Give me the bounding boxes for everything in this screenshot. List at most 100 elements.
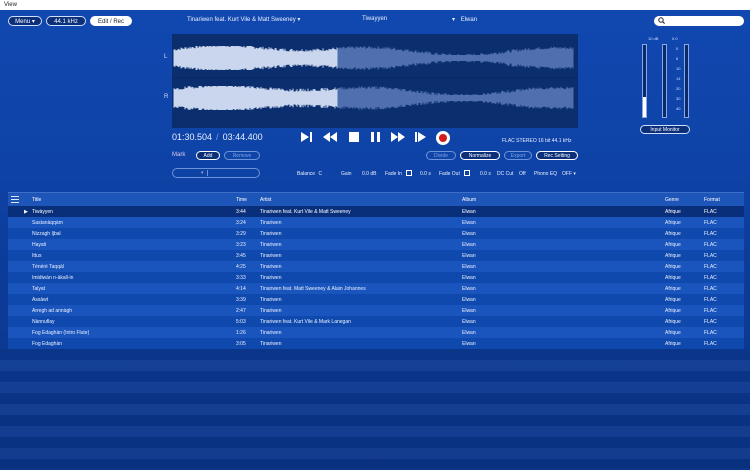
cell-album: Elwan	[462, 275, 476, 281]
dc-cut-value[interactable]: Off	[519, 171, 526, 177]
table-row[interactable]: Fog Edaghàn (Intro Flute) 1:26 Tinariwen El…	[8, 327, 744, 338]
header-title[interactable]: Title	[32, 197, 41, 203]
menu-icon[interactable]	[11, 196, 19, 204]
phono-eq-value: OFF	[562, 171, 572, 177]
table-row[interactable]: Nànnuflay 5:03 Tinariwen feat. Kurt Vile &…	[8, 316, 744, 327]
cell-artist: Tinariwen	[260, 330, 282, 336]
menu-label: Menu	[15, 19, 31, 25]
app-window: Menu ▾ 44.1 kHz Edit / Rec Tinariwen fea…	[0, 10, 750, 470]
cell-format: FLAC	[704, 319, 717, 325]
waveform-display[interactable]	[172, 34, 578, 128]
input-monitor-button[interactable]: Input Monitor	[640, 125, 690, 134]
stop-icon[interactable]	[348, 131, 360, 146]
header-format[interactable]: Format	[704, 197, 720, 203]
table-row[interactable]: Ténéré Taqqàl 4:25 Tinariwen Elwan Afrique FL…	[8, 261, 744, 272]
gain-label: Gain	[341, 171, 352, 177]
waveform-graphic	[172, 46, 578, 110]
window-title: View	[4, 2, 17, 8]
left-channel-label: L	[164, 54, 168, 60]
cell-title: Hayati	[32, 242, 47, 248]
time-display: 01:30.504/03:44.400	[172, 132, 263, 142]
fade-in-checkbox[interactable]	[406, 170, 412, 176]
play-indicator-icon: ▶	[24, 209, 28, 215]
cell-artist: Tinariwen	[260, 341, 282, 347]
table-row[interactable]: Hayati 3:23 Tinariwen Elwan Afrique FLAC	[8, 239, 744, 250]
divide-button[interactable]: Divide	[426, 151, 456, 160]
normalize-button[interactable]: Normalize	[460, 151, 500, 160]
pause-icon[interactable]	[370, 131, 382, 146]
track-title: Tiwayyen	[362, 16, 388, 22]
header-artist[interactable]: Artist	[260, 197, 271, 203]
fade-out-checkbox[interactable]	[464, 170, 470, 176]
skip-end-icon[interactable]	[414, 131, 428, 146]
audio-format: FLAC STEREO 16 bit 44.1 kHz	[502, 138, 572, 144]
window-titlebar: View	[0, 0, 750, 10]
cell-time: 4:25	[236, 264, 246, 270]
header-time[interactable]: Time	[236, 197, 247, 203]
rewind-icon[interactable]	[322, 131, 338, 146]
cell-time: 3:05	[236, 341, 246, 347]
gain-value[interactable]: 0.0 dB	[362, 171, 376, 177]
table-row[interactable]: Arregh ad annàgh 2:47 Tinariwen Elwan Afriqu…	[8, 305, 744, 316]
cell-genre: Afrique	[665, 308, 681, 314]
cell-genre: Afrique	[665, 242, 681, 248]
phono-eq-select[interactable]: OFF ▾	[562, 171, 576, 177]
fade-out-label: Fade Out	[439, 171, 460, 177]
table-row[interactable]: Sastanàqqàm 3:24 Tinariwen Elwan Afrique FLAC	[8, 217, 744, 228]
skip-start-icon[interactable]	[300, 131, 314, 146]
cell-genre: Afrique	[665, 341, 681, 347]
menu-button[interactable]: Menu ▾	[8, 16, 42, 26]
cell-format: FLAC	[704, 264, 717, 270]
empty-row	[0, 459, 750, 470]
balance-control[interactable]: Balance C	[297, 171, 322, 177]
track-album: ▾ Elwan	[452, 16, 477, 23]
table-row[interactable]: ▶ Tiwàyyen 3:44 Tinariwen feat. Kurt Vile &…	[8, 206, 744, 217]
level-meter-bar	[684, 44, 689, 118]
table-row[interactable]: Ittus 3:45 Tinariwen Elwan Afrique FLAC	[8, 250, 744, 261]
mark-selector[interactable]: ▾	[172, 168, 260, 178]
cell-genre: Afrique	[665, 275, 681, 281]
rec-setting-label: Rec Setting	[544, 153, 570, 159]
cell-time: 3:23	[236, 242, 246, 248]
cell-time: 3:44	[236, 209, 246, 215]
table-row[interactable]: Nizzagh Ijbal 3:29 Tinariwen Elwan Afrique FL…	[8, 228, 744, 239]
cell-artist: Tinariwen feat. Kurt Vile & Matt Sweeney	[260, 209, 351, 215]
table-row[interactable]: Imidiwàn n-àkall-in 3:33 Tinariwen Elwan Afr…	[8, 272, 744, 283]
search-input[interactable]	[654, 16, 744, 26]
add-mark-button[interactable]: Add	[196, 151, 220, 160]
cell-title: Tiwàyyen	[32, 209, 53, 215]
phono-eq-label: Phono EQ	[534, 171, 558, 177]
fade-out-value[interactable]: 0.0 s	[480, 171, 491, 177]
fast-forward-icon[interactable]	[390, 131, 406, 146]
cell-artist: Tinariwen	[260, 231, 282, 237]
empty-row	[0, 360, 750, 371]
normalize-label: Normalize	[468, 153, 492, 159]
cell-time: 3:24	[236, 220, 246, 226]
sample-rate-button[interactable]: 44.1 kHz	[46, 16, 86, 26]
fade-in-value[interactable]: 0.0 s	[420, 171, 431, 177]
header-album[interactable]: Album	[462, 197, 476, 203]
level-meter-bar	[642, 44, 647, 118]
divide-label: Divide	[434, 153, 448, 159]
cell-format: FLAC	[704, 341, 717, 347]
table-row[interactable]: Assàwt 3:39 Tinariwen Elwan Afrique FLAC	[8, 294, 744, 305]
empty-row	[0, 426, 750, 437]
edit-rec-button[interactable]: Edit / Rec	[90, 16, 132, 26]
cell-title: Fog Edaghàn	[32, 341, 63, 347]
cell-artist: Tinariwen	[260, 220, 282, 226]
export-label: Export	[510, 153, 526, 159]
rec-setting-button[interactable]: Rec Setting	[536, 151, 578, 160]
table-row[interactable]: Fog Edaghàn 3:05 Tinariwen Elwan Afrique FLAC	[8, 338, 744, 349]
table-row[interactable]: Talyat 4:14 Tinariwen feat. Matt Sweeney &…	[8, 283, 744, 294]
cell-artist: Tinariwen feat. Matt Sweeney & Alain Joh…	[260, 286, 366, 292]
cell-artist: Tinariwen	[260, 253, 282, 259]
cell-genre: Afrique	[665, 286, 681, 292]
remove-mark-button[interactable]: Remove	[224, 151, 260, 160]
cell-artist: Tinariwen	[260, 275, 282, 281]
cell-artist: Tinariwen	[260, 297, 282, 303]
cell-artist: Tinariwen	[260, 264, 282, 270]
header-genre[interactable]: Genre	[665, 197, 679, 203]
cell-album: Elwan	[462, 209, 476, 215]
record-icon[interactable]	[436, 131, 450, 145]
export-button[interactable]: Export	[504, 151, 532, 160]
